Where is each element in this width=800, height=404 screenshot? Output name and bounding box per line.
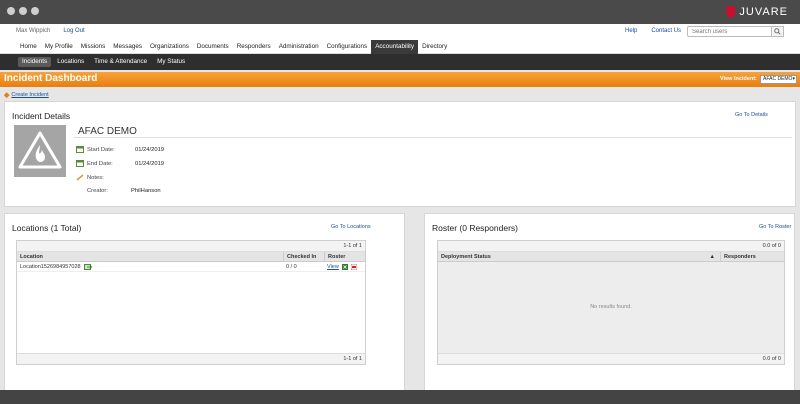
brand-logo: JUVARE <box>726 5 788 19</box>
help-link[interactable]: Help <box>625 28 637 34</box>
creator-row: Creator: PhilHanson <box>87 188 161 194</box>
search-icon <box>774 28 781 35</box>
subnav-my-status[interactable]: My Status <box>153 57 189 67</box>
maximize-window-button[interactable] <box>31 7 39 15</box>
locations-pager-top: 1-1 of 1 <box>17 241 365 252</box>
col-location[interactable]: Location <box>17 252 283 262</box>
notes-label: Notes: <box>87 174 104 181</box>
fire-warning-icon <box>18 131 62 169</box>
nav-administration[interactable]: Administration <box>275 40 323 54</box>
search-button[interactable] <box>771 26 784 37</box>
creator-value: PhilHanson <box>131 188 161 194</box>
nav-missions[interactable]: Missions <box>77 40 110 54</box>
col-checked-in[interactable]: Checked In <box>283 252 324 262</box>
pencil-icon <box>76 174 84 181</box>
sub-nav: Incidents Locations Time & Attendance My… <box>0 54 800 70</box>
view-incident-select[interactable]: AFAC DEMO ▾ <box>760 75 797 84</box>
subnav-time-attendance[interactable]: Time & Attendance <box>90 57 151 67</box>
roster-table: 0.0 of 0 Deployment Status ▲ Responders … <box>437 240 785 365</box>
export-excel-icon[interactable] <box>341 264 348 270</box>
chevron-down-icon: ▾ <box>792 76 795 82</box>
roster-pager-top: 0.0 of 0 <box>438 241 784 252</box>
view-roster-link[interactable]: View <box>327 262 339 272</box>
notes-row: Notes: <box>76 174 135 181</box>
subnav-locations[interactable]: Locations <box>53 57 88 67</box>
start-date-label: Start Date: <box>87 146 115 153</box>
col-deployment-status-label: Deployment Status <box>441 254 491 260</box>
page-title: Incident Dashboard <box>4 73 98 84</box>
contact-us-link[interactable]: Contact Us <box>651 28 681 34</box>
logout-link[interactable]: Log Out <box>63 28 84 34</box>
create-incident-link[interactable]: ◆ Create Incident <box>4 91 49 99</box>
window-titlebar: JUVARE <box>0 0 800 24</box>
window-controls <box>7 7 39 15</box>
roster-pager-bottom: 0.0 of 0 <box>438 353 784 364</box>
nav-messages[interactable]: Messages <box>109 40 146 54</box>
location-name: Location1526984957028 <box>20 264 81 270</box>
bottom-bar <box>0 390 800 404</box>
locations-table: 1-1 of 1 Location Checked In Roster Loca… <box>16 240 366 365</box>
juvare-logo-icon <box>726 5 736 19</box>
roster-panel: Roster (0 Responders) Go To Roster 0.0 o… <box>424 213 795 393</box>
checked-in-value: 0 / 0 <box>286 264 297 270</box>
end-date-value: 01/24/2019 <box>135 160 165 167</box>
nav-accountability[interactable]: Accountability <box>371 40 419 54</box>
table-row: Location1526984957028 0 / 0 View <box>17 262 365 272</box>
incident-type-tile <box>14 125 66 177</box>
nav-my-profile[interactable]: My Profile <box>41 40 77 54</box>
brand-name: JUVARE <box>739 6 788 18</box>
roster-table-header: Deployment Status ▲ Responders <box>438 252 784 262</box>
view-incident-value: AFAC DEMO <box>763 76 793 82</box>
nav-configurations[interactable]: Configurations <box>323 40 372 54</box>
locations-pager-bottom: 1-1 of 1 <box>17 353 365 364</box>
divider <box>74 137 792 138</box>
col-deployment-status[interactable]: Deployment Status ▲ <box>438 252 720 262</box>
incident-name: AFAC DEMO <box>78 126 137 137</box>
col-roster[interactable]: Roster <box>324 252 367 262</box>
locations-title: Locations (1 Total) <box>12 223 82 233</box>
calendar-icon <box>76 146 84 153</box>
start-date-row: Start Date: 01/24/2019 <box>76 146 164 153</box>
roster-empty-area: No results found. <box>438 262 784 353</box>
calendar-icon <box>76 160 84 167</box>
subnav-incidents[interactable]: Incidents <box>18 57 52 67</box>
locations-table-header: Location Checked In Roster <box>17 252 365 262</box>
dashboard-header: Incident Dashboard View Incident: AFAC D… <box>0 72 800 87</box>
go-to-details-link[interactable]: Go To Details <box>735 112 768 118</box>
end-date-row: End Date: 01/24/2019 <box>76 160 164 167</box>
nav-home[interactable]: Home <box>16 40 41 54</box>
nav-documents[interactable]: Documents <box>193 40 233 54</box>
empty-message: No results found. <box>590 304 632 310</box>
go-to-roster-link[interactable]: Go To Roster <box>759 224 791 230</box>
col-responders[interactable]: Responders <box>720 252 786 262</box>
nav-responders[interactable]: Responders <box>233 40 275 54</box>
creator-label: Creator: <box>87 188 108 194</box>
start-date-value: 01/24/2019 <box>135 146 165 153</box>
view-incident-label: View Incident: <box>720 76 757 82</box>
user-name: Max Wippich <box>16 28 51 34</box>
incident-details-title: Incident Details <box>12 111 71 121</box>
nav-organizations[interactable]: Organizations <box>146 40 193 54</box>
search-users-input[interactable] <box>687 26 784 37</box>
export-pdf-icon[interactable] <box>350 264 357 270</box>
top-utility-bar: Max Wippich Log Out Help Contact Us <box>0 24 800 40</box>
sort-up-icon[interactable]: ▲ <box>710 252 715 262</box>
go-to-locations-link[interactable]: Go To Locations <box>331 224 371 230</box>
location-go-icon[interactable] <box>83 264 92 270</box>
create-incident-label: Create Incident <box>11 92 49 98</box>
roster-title: Roster (0 Responders) <box>432 223 518 233</box>
minimize-window-button[interactable] <box>19 7 27 15</box>
close-window-button[interactable] <box>7 7 15 15</box>
plus-icon: ◆ <box>4 92 10 99</box>
nav-directory[interactable]: Directory <box>418 40 451 54</box>
end-date-label: End Date: <box>87 160 113 167</box>
main-nav: Home My Profile Missions Messages Organi… <box>0 40 800 54</box>
incident-details-panel: Incident Details Go To Details AFAC DEMO… <box>4 101 796 207</box>
locations-panel: Locations (1 Total) Go To Locations 1-1 … <box>4 213 405 393</box>
